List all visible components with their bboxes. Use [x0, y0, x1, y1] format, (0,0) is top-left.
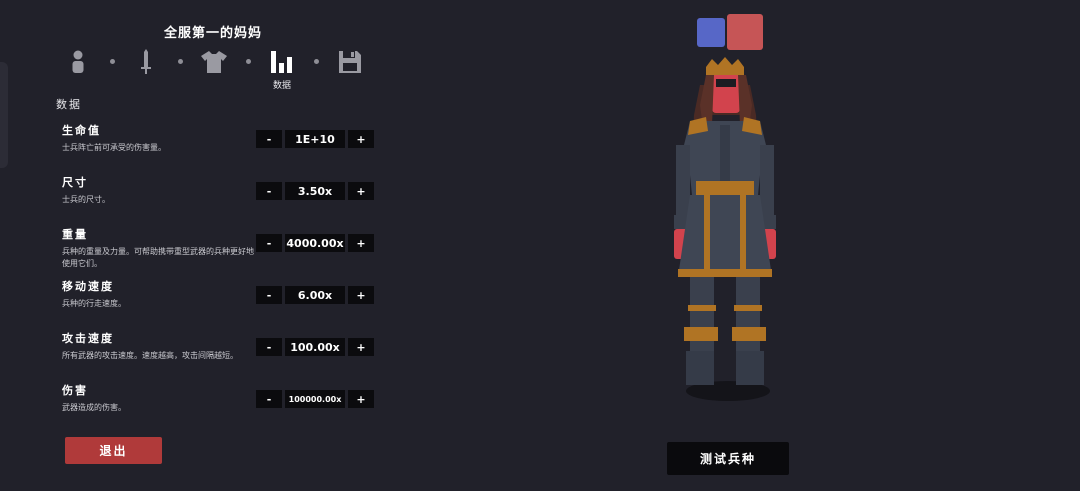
stat-row-health: 生命值 士兵阵亡前可承受的伤害量。 - 1E+10 + — [62, 122, 382, 172]
sword-icon[interactable] — [132, 48, 160, 76]
weight-increase-button[interactable]: + — [348, 234, 374, 252]
stat-description: 兵种的行走速度。 — [62, 299, 126, 308]
test-unit-button[interactable]: 测试兵种 — [667, 442, 789, 475]
damage-decrease-button[interactable]: - — [256, 390, 282, 408]
stat-description: 所有武器的攻击速度。速度越高，攻击间隔越短。 — [62, 351, 238, 360]
nav-separator — [110, 59, 115, 64]
stat-description: 武器造成的伤害。 — [62, 403, 126, 412]
editor-nav: 数据 — [0, 48, 400, 92]
save-icon[interactable] — [336, 48, 364, 76]
weight-decrease-button[interactable]: - — [256, 234, 282, 252]
stat-name: 伤害 — [62, 384, 88, 397]
person-icon[interactable] — [64, 48, 92, 76]
movement-speed-decrease-button[interactable]: - — [256, 286, 282, 304]
stat-row-movement-speed: 移动速度 兵种的行走速度。 - 6.00x + — [62, 278, 382, 328]
attack-speed-decrease-button[interactable]: - — [256, 338, 282, 356]
team-red-swatch[interactable] — [727, 14, 763, 50]
stat-row-damage: 伤害 武器造成的伤害。 - 100000.00x + — [62, 382, 382, 432]
damage-value[interactable]: 100000.00x — [285, 390, 345, 408]
stat-name: 生命值 — [62, 124, 101, 137]
attack-speed-increase-button[interactable]: + — [348, 338, 374, 356]
size-value[interactable]: 3.50x — [285, 182, 345, 200]
movement-speed-increase-button[interactable]: + — [348, 286, 374, 304]
stat-description: 士兵的尺寸。 — [62, 195, 110, 204]
health-decrease-button[interactable]: - — [256, 130, 282, 148]
size-decrease-button[interactable]: - — [256, 182, 282, 200]
section-title: 数据 — [56, 98, 82, 111]
size-increase-button[interactable]: + — [348, 182, 374, 200]
stat-name: 移动速度 — [62, 280, 114, 293]
stat-row-attack-speed: 攻击速度 所有武器的攻击速度。速度越高，攻击间隔越短。 - 100.00x + — [62, 330, 382, 380]
stats-icon[interactable] — [268, 48, 296, 76]
stat-name: 尺寸 — [62, 176, 88, 189]
health-value[interactable]: 1E+10 — [285, 130, 345, 148]
nav-separator — [178, 59, 183, 64]
unit-preview[interactable] — [660, 55, 790, 415]
stat-description: 兵种的重量及力量。可帮助携带重型武器的兵种更好地使用它们。 — [62, 247, 254, 268]
health-increase-button[interactable]: + — [348, 130, 374, 148]
shirt-icon[interactable] — [200, 48, 228, 76]
stat-name: 重量 — [62, 228, 88, 241]
nav-separator — [246, 59, 251, 64]
damage-increase-button[interactable]: + — [348, 390, 374, 408]
team-blue-swatch[interactable] — [697, 18, 725, 47]
stat-description: 士兵阵亡前可承受的伤害量。 — [62, 143, 166, 152]
stat-name: 攻击速度 — [62, 332, 114, 345]
unit-name: 全服第一的妈妈 — [163, 26, 262, 41]
nav-separator — [314, 59, 319, 64]
stat-row-size: 尺寸 士兵的尺寸。 - 3.50x + — [62, 174, 382, 224]
stats-tab-label: 数据 — [272, 81, 291, 91]
movement-speed-value[interactable]: 6.00x — [285, 286, 345, 304]
attack-speed-value[interactable]: 100.00x — [285, 338, 345, 356]
stat-row-weight: 重量 兵种的重量及力量。可帮助携带重型武器的兵种更好地使用它们。 - 4000.… — [62, 226, 382, 276]
weight-value[interactable]: 4000.00x — [285, 234, 345, 252]
exit-button[interactable]: 退出 — [65, 437, 162, 464]
